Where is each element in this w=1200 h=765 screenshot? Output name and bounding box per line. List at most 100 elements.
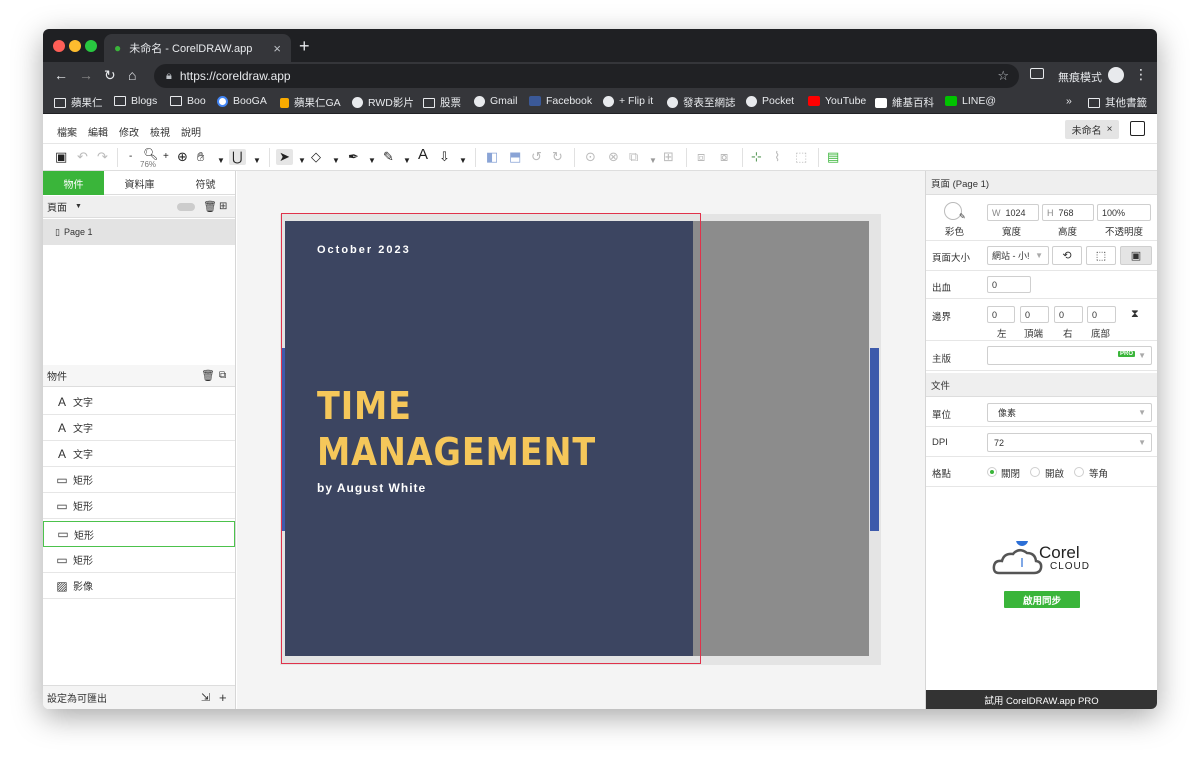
bookmark-item[interactable]: RWD影片 <box>352 95 414 110</box>
group-icon[interactable]: ⊙ <box>585 149 596 165</box>
combine-icon[interactable]: ⧈ <box>697 149 705 165</box>
object-row-image[interactable]: ▨ 影像 <box>43 573 235 599</box>
bleed-field[interactable]: 0 <box>987 276 1031 293</box>
align-icon[interactable]: ⊞ <box>663 149 674 165</box>
chevron-down-icon[interactable]: ▼ <box>298 153 306 169</box>
grid-off-radio[interactable] <box>987 467 997 477</box>
bookmark-item[interactable]: 股票 <box>423 95 461 110</box>
object-row-text[interactable]: A 文字 <box>43 415 235 441</box>
rotate-right-icon[interactable]: ↻ <box>552 149 563 165</box>
chevron-down-icon[interactable]: ▼ <box>649 153 657 169</box>
right-blue-rectangle[interactable] <box>870 348 879 531</box>
margin-right-field[interactable]: 0 <box>1054 306 1083 323</box>
browser-menu-icon[interactable]: ⋮ <box>1134 66 1148 83</box>
home-icon[interactable]: ⌂ <box>128 67 136 83</box>
menu-modify[interactable]: 修改 <box>119 124 139 139</box>
page-size-select[interactable]: 網站 - 小! ▼ <box>987 246 1049 265</box>
menu-view[interactable]: 檢視 <box>150 124 170 139</box>
bookmark-star-icon[interactable]: ☆ <box>997 68 1009 84</box>
object-row-rect-selected[interactable]: ▭ 矩形 <box>43 521 235 547</box>
tab-close-icon[interactable]: × <box>273 41 281 56</box>
link-margins-icon[interactable]: ⧗ <box>1131 308 1139 321</box>
headline-text[interactable]: TIME MANAGEMENT <box>317 383 596 475</box>
bookmark-item[interactable]: LINE@ <box>945 95 996 107</box>
author-text[interactable]: by August White <box>317 481 426 495</box>
object-row-rect[interactable]: ▭ 矩形 <box>43 493 235 519</box>
arrange-icon[interactable]: ⧉ <box>629 149 638 165</box>
brush-tool-icon[interactable]: ✎ <box>383 149 394 165</box>
chevron-down-icon[interactable]: ▼ <box>253 153 261 169</box>
break-apart-icon[interactable]: ⧇ <box>720 149 728 165</box>
orientation-icon[interactable]: ⟲ <box>1052 246 1082 265</box>
minimize-window-button[interactable] <box>69 40 81 52</box>
layers-icon[interactable]: ⧉ <box>219 370 226 381</box>
trash-icon[interactable]: 🗑︎ <box>203 200 217 213</box>
document-tab[interactable]: 未命名 × <box>1065 120 1119 139</box>
chevron-down-icon[interactable]: ▼ <box>217 153 225 169</box>
browser-tab[interactable]: ● 未命名 - CorelDRAW.app × <box>104 34 291 62</box>
bookmark-item[interactable]: 蘋果仁GA <box>280 95 341 110</box>
chevron-down-icon[interactable]: ▼ <box>403 153 411 169</box>
drawing-canvas[interactable]: October 2023 TIME MANAGEMENT by August W… <box>237 171 925 709</box>
date-text[interactable]: October 2023 <box>317 244 411 256</box>
close-window-button[interactable] <box>53 40 65 52</box>
mirror-vertical-icon[interactable]: ⬒ <box>509 149 521 165</box>
snap-magnet-icon[interactable]: ⋃ <box>229 149 246 165</box>
bookmark-item[interactable]: Boo <box>170 95 206 107</box>
bookmark-item[interactable]: Gmail <box>474 95 517 107</box>
chevron-down-icon[interactable]: ▼ <box>459 153 467 169</box>
chevron-down-icon[interactable]: ▼ <box>368 153 376 169</box>
new-tab-button[interactable]: + <box>299 36 310 57</box>
bookmark-item[interactable]: 維基百科 <box>875 95 934 110</box>
import-icon[interactable]: ⇩ <box>439 149 450 165</box>
margin-top-field[interactable]: 0 <box>1020 306 1049 323</box>
unit-select[interactable]: 像素 ▼ <box>987 403 1152 422</box>
page-fit-icon[interactable]: ▣ <box>1120 246 1152 265</box>
url-bar[interactable]: 🔒︎ https://coreldraw.app ☆ <box>154 64 1019 88</box>
bookmark-item[interactable]: + Flip it <box>603 95 653 107</box>
maximize-window-button[interactable] <box>85 40 97 52</box>
bookmark-item[interactable]: YouTube <box>808 95 866 107</box>
tab-library[interactable]: 資料庫 <box>109 171 170 195</box>
other-bookmarks-folder[interactable]: 其他書籤 <box>1088 95 1147 110</box>
bounding-box-icon[interactable]: ⬚ <box>795 149 807 165</box>
page-border-icon[interactable]: ⬚ <box>1086 246 1116 265</box>
back-arrow-icon[interactable]: ← <box>54 67 68 83</box>
account-icon[interactable] <box>1130 121 1145 136</box>
pointer-tool-icon[interactable]: ➤ <box>276 149 293 165</box>
bookmark-item[interactable]: Facebook <box>529 95 592 107</box>
export-settings-icon[interactable]: ⇲ <box>201 691 210 704</box>
close-icon[interactable]: × <box>1107 124 1113 135</box>
text-tool-icon[interactable]: A <box>418 147 428 163</box>
tab-symbols[interactable]: 符號 <box>175 171 236 195</box>
enable-sync-button[interactable]: 啟用同步 <box>1004 591 1080 608</box>
height-field[interactable]: H 768 <box>1042 204 1094 221</box>
toggle-switch[interactable] <box>177 203 195 211</box>
ungroup-icon[interactable]: ⊗ <box>608 149 619 165</box>
pen-tool-icon[interactable]: ✒︎ <box>348 149 359 165</box>
opacity-field[interactable]: 100% <box>1097 204 1151 221</box>
zoom-fit-icon[interactable]: ⊕ <box>177 149 188 165</box>
menu-file[interactable]: 檔案 <box>57 124 77 139</box>
pan-hand-icon[interactable]: ✋︎ <box>197 149 204 165</box>
incognito-avatar-icon[interactable] <box>1108 67 1124 83</box>
try-pro-button[interactable]: 試用 CorelDRAW.app PRO <box>926 690 1157 709</box>
more-bookmarks-button[interactable]: » <box>1066 95 1072 107</box>
eyedropper-icon[interactable]: ✎ <box>959 212 966 221</box>
rotate-left-icon[interactable]: ↺ <box>531 149 542 165</box>
menu-edit[interactable]: 編輯 <box>88 124 108 139</box>
trash-icon[interactable]: 🗑︎ <box>201 369 215 382</box>
forward-arrow-icon[interactable]: → <box>79 67 93 83</box>
page-list-item[interactable]: ▯ Page 1 <box>43 219 235 245</box>
master-select[interactable]: PRO ▼ <box>987 346 1152 365</box>
dpi-select[interactable]: 72 ▼ <box>987 433 1152 452</box>
width-field[interactable]: W 1024 <box>987 204 1039 221</box>
save-icon[interactable]: ▣ <box>55 149 67 165</box>
object-row-rect[interactable]: ▭ 矩形 <box>43 467 235 493</box>
curve-icon[interactable]: ⌇ <box>774 149 780 165</box>
chevron-down-icon[interactable]: ▼ <box>75 203 82 210</box>
pro-feature-icon[interactable]: ▤ <box>827 149 839 165</box>
tab-objects[interactable]: 物件 <box>43 171 104 195</box>
grid-isometric-radio[interactable] <box>1074 467 1084 477</box>
grey-image-placeholder[interactable] <box>693 221 869 656</box>
